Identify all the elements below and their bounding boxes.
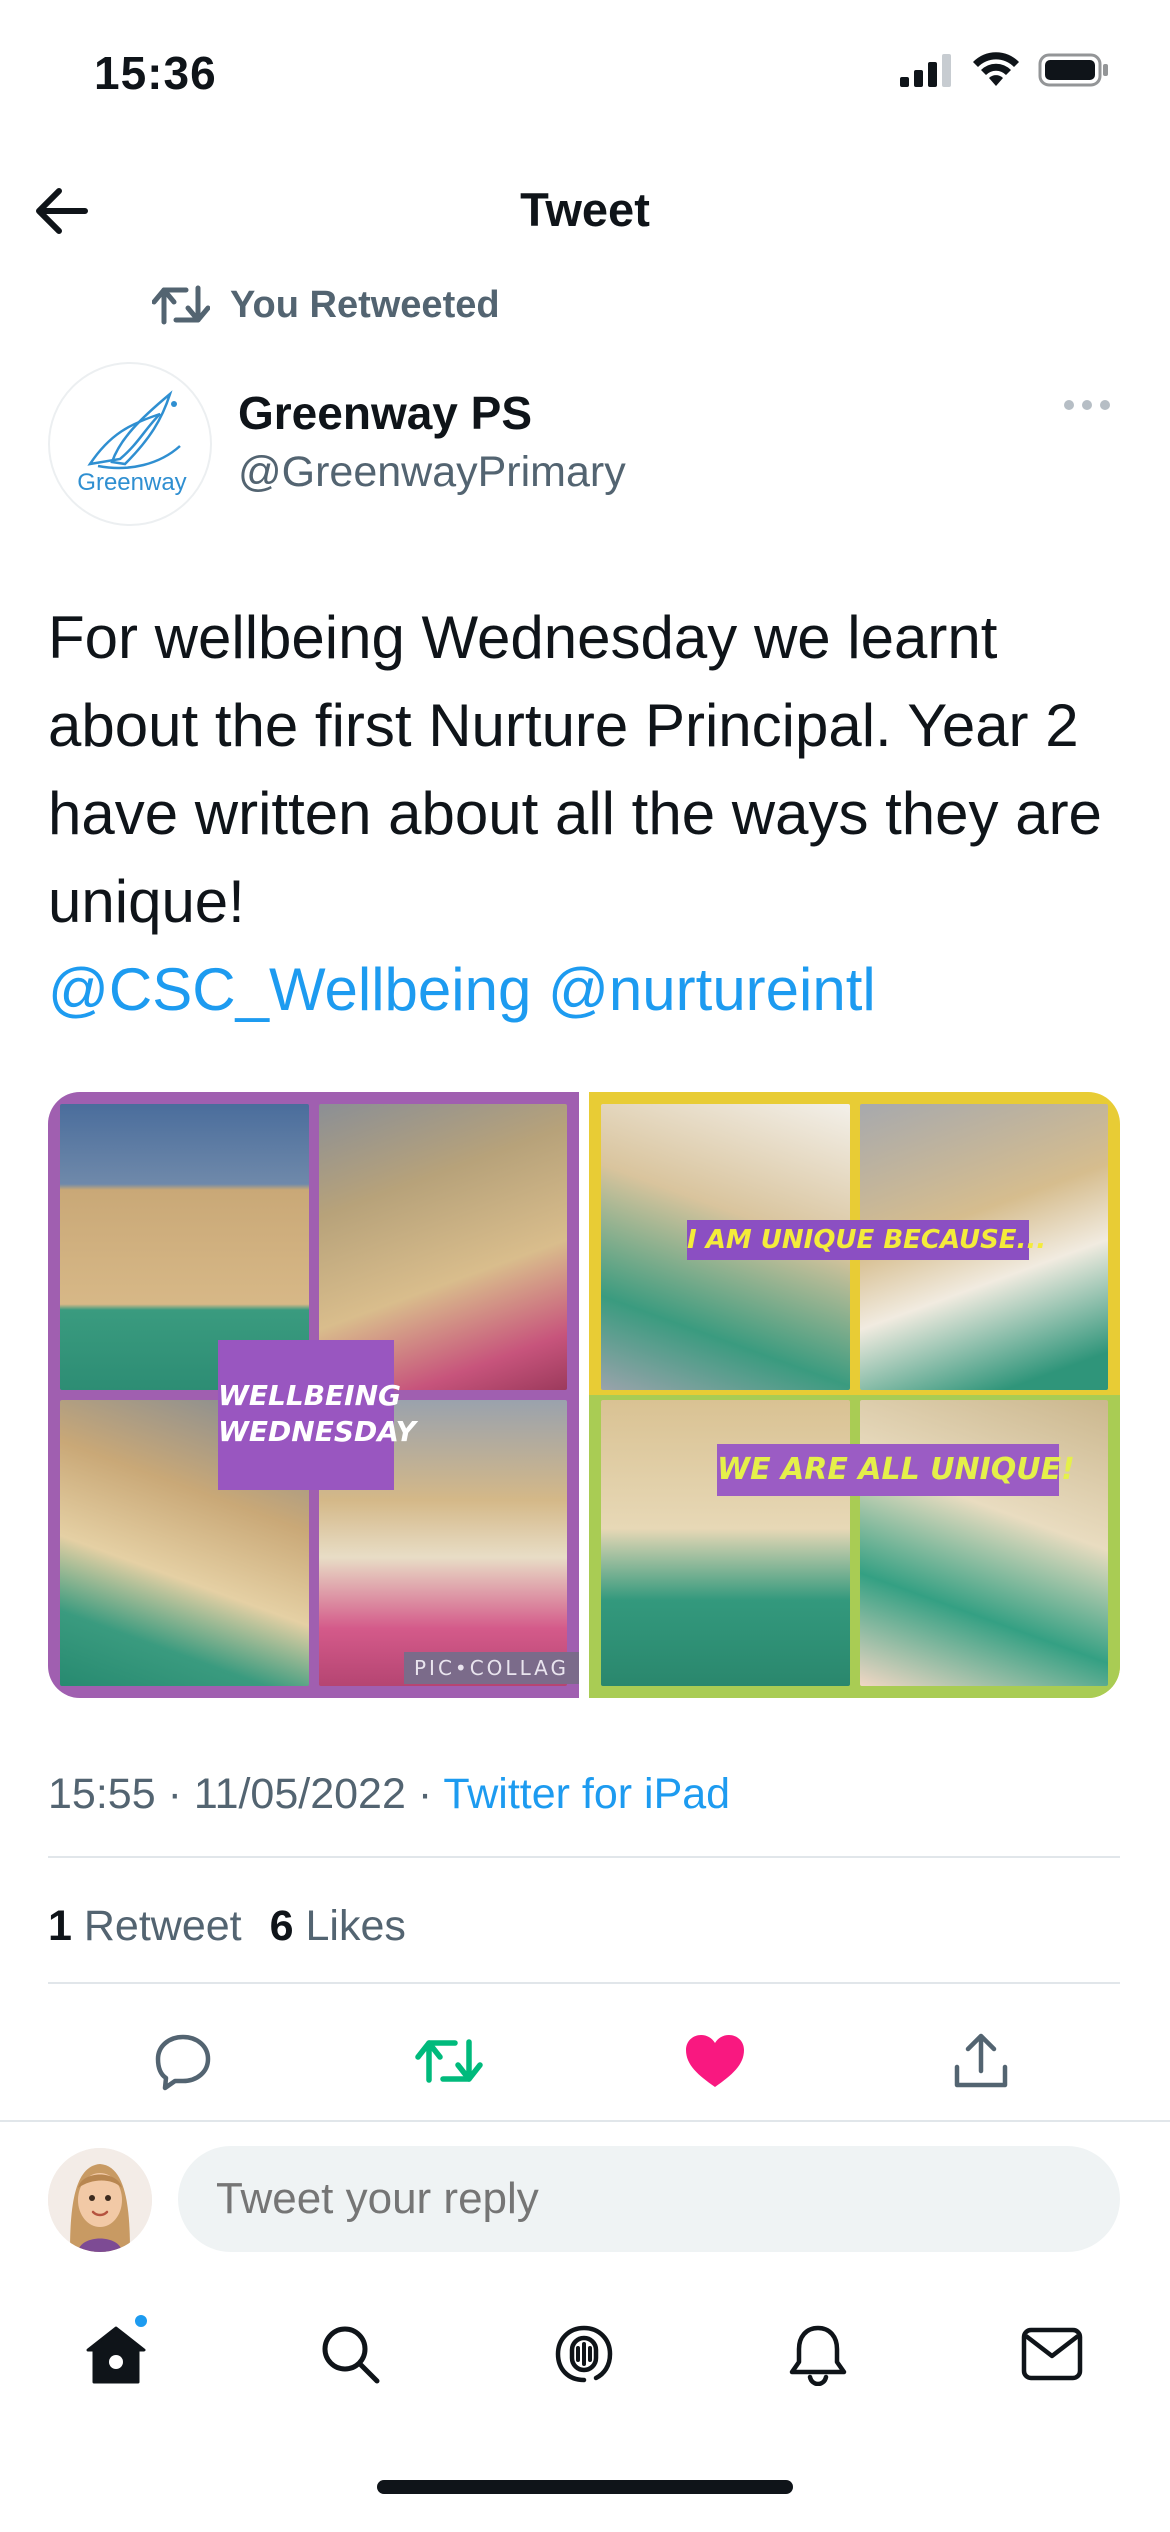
reply-button[interactable]: [148, 2026, 218, 2096]
ellipsis-icon: [1064, 400, 1074, 410]
mail-icon: [1021, 2327, 1083, 2381]
battery-icon: [1038, 53, 1108, 87]
reply-input[interactable]: [178, 2146, 1120, 2252]
collage-banner: WE ARE ALL UNIQUE!: [717, 1444, 1075, 1496]
tweet-date: 11/05/2022: [193, 1770, 406, 1818]
retweeted-label: You Retweeted: [152, 282, 500, 328]
retweet-icon: [152, 285, 210, 325]
heart-icon: [686, 2035, 744, 2087]
photo: [859, 1400, 1108, 1686]
mention-link[interactable]: @CSC_Wellbeing: [48, 956, 531, 1023]
tweet-time: 15:55: [48, 1770, 156, 1818]
cellular-signal-icon: [900, 54, 951, 87]
divider: [48, 1982, 1120, 1984]
tweet-media[interactable]: WELLBEING WEDNESDAY PIC•COLLAG I AM UNIQ…: [48, 1092, 1120, 1698]
comment-icon: [155, 2034, 211, 2091]
tweet-body: For wellbeing Wednesday we learnt about …: [48, 604, 1102, 935]
watermark: PIC•COLLAG: [404, 1652, 579, 1684]
spaces-icon: [555, 2325, 613, 2383]
mention-link[interactable]: @nurtureintl: [548, 956, 876, 1023]
search-icon: [322, 2326, 380, 2384]
bell-icon: [789, 2325, 847, 2386]
user-avatar[interactable]: [48, 2148, 152, 2252]
status-bar: 15:36: [0, 0, 1170, 150]
retweet-count[interactable]: 1 Retweet: [48, 1902, 242, 1951]
retweet-icon: [415, 2039, 483, 2083]
divider: [48, 1856, 1120, 1858]
engagement-counts: 1 Retweet 6 Likes: [48, 1902, 406, 1951]
greenway-logo-icon: Greenway: [77, 390, 187, 496]
share-icon: [954, 2033, 1008, 2088]
author-handle[interactable]: @GreenwayPrimary: [238, 448, 626, 497]
wifi-icon: [973, 52, 1019, 86]
tab-notifications[interactable]: [778, 2314, 858, 2394]
author-avatar[interactable]: Greenway: [48, 362, 212, 526]
tweet-timestamp: 15:55 · 11/05/2022 · Twitter for iPad: [48, 1770, 731, 1818]
status-time: 15:36: [94, 47, 217, 99]
memoji-avatar-icon: [48, 2148, 152, 2252]
tab-search[interactable]: [310, 2314, 390, 2394]
nav-bar: Tweet: [0, 160, 1170, 260]
tab-home[interactable]: [76, 2312, 156, 2394]
like-count[interactable]: 6 Likes: [270, 1902, 406, 1951]
photo: [601, 1400, 850, 1686]
status-icons: [900, 52, 1110, 88]
tab-spaces[interactable]: [544, 2314, 624, 2394]
share-button[interactable]: [946, 2026, 1016, 2096]
home-indicator[interactable]: [377, 2480, 793, 2494]
like-button[interactable]: [680, 2026, 750, 2096]
divider: [0, 2120, 1170, 2122]
collage-banner: I AM UNIQUE BECAUSE...: [687, 1220, 1046, 1260]
retweet-button[interactable]: [414, 2026, 484, 2096]
tweet-source-link[interactable]: Twitter for iPad: [443, 1770, 730, 1818]
more-options-button[interactable]: [1064, 400, 1110, 410]
author-name[interactable]: Greenway PS: [238, 386, 532, 440]
tab-messages[interactable]: [1012, 2314, 1092, 2394]
media-image-right[interactable]: I AM UNIQUE BECAUSE... WE ARE ALL UNIQUE…: [589, 1092, 1120, 1698]
tweet-text: For wellbeing Wednesday we learnt about …: [48, 594, 1128, 1034]
page-title: Tweet: [520, 183, 650, 236]
media-image-left[interactable]: WELLBEING WEDNESDAY PIC•COLLAG: [48, 1092, 579, 1698]
bottom-tab-bar: [0, 2296, 1170, 2406]
retweeted-text: You Retweeted: [230, 283, 500, 326]
notification-dot: [132, 2312, 150, 2330]
svg-text:Greenway: Greenway: [77, 469, 186, 496]
collage-banner: WELLBEING WEDNESDAY: [218, 1340, 416, 1490]
tweet-actions: [0, 2020, 1170, 2100]
home-icon: [86, 2326, 146, 2384]
